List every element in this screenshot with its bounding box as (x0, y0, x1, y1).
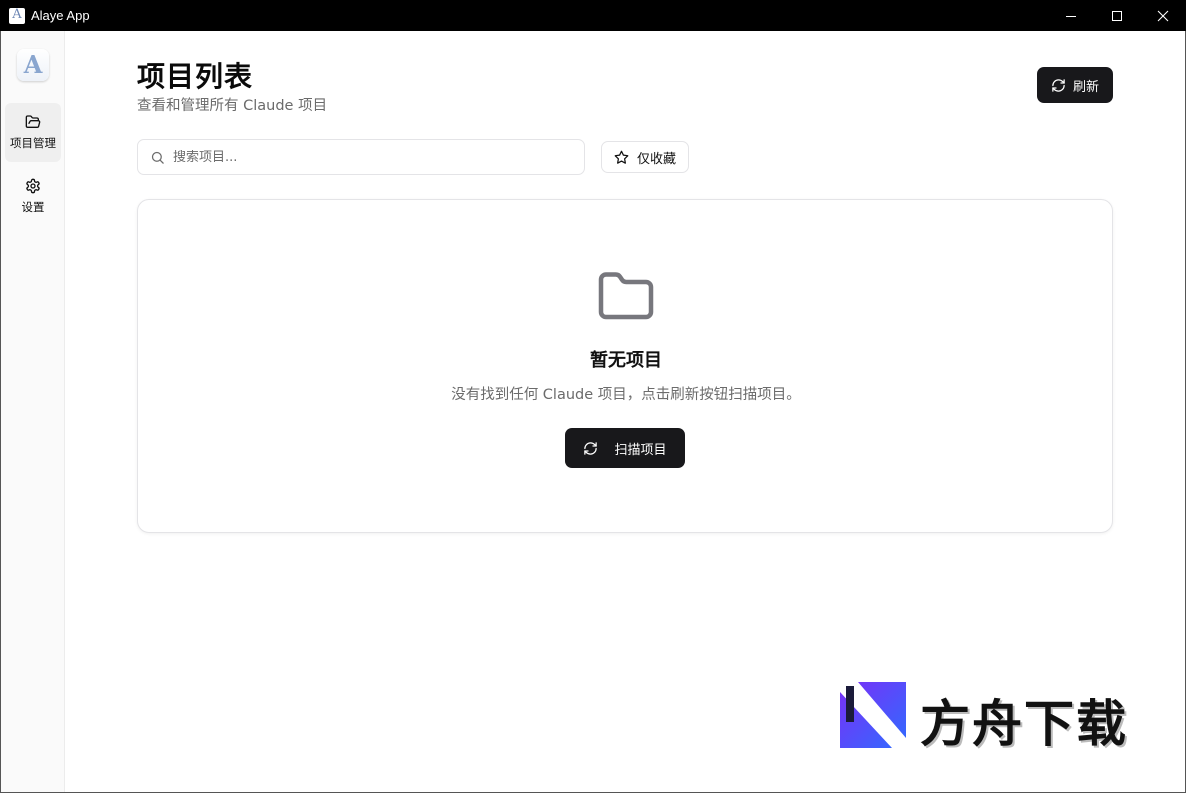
sidebar-item-settings[interactable]: 设置 (5, 167, 61, 226)
window-titlebar: A Alaye App (0, 0, 1186, 31)
empty-state-description: 没有找到任何 Claude 项目，点击刷新按钮扫描项目。 (451, 387, 801, 403)
folder-icon (598, 272, 654, 320)
sidebar-item-projects[interactable]: 项目管理 (5, 103, 61, 162)
page-subtitle: 查看和管理所有 Claude 项目 (137, 98, 328, 114)
search-icon (150, 150, 165, 165)
favorites-filter-button[interactable]: 仅收藏 (601, 141, 689, 173)
app-icon: A (9, 7, 25, 24)
close-button[interactable] (1140, 0, 1186, 31)
scan-projects-button[interactable]: 扫描项目 (565, 428, 685, 468)
watermark: 方舟下载 (840, 682, 1150, 753)
projects-card: 暂无项目 没有找到任何 Claude 项目，点击刷新按钮扫描项目。 扫描项目 (137, 199, 1113, 533)
empty-state-title: 暂无项目 (590, 350, 662, 371)
sidebar-item-label: 项目管理 (10, 136, 56, 150)
refresh-icon (1052, 78, 1065, 92)
sidebar: A 项目管理 设置 (1, 31, 65, 792)
search-box (137, 139, 585, 175)
watermark-logo-icon (840, 682, 906, 748)
refresh-button-label: 刷新 (1072, 79, 1099, 95)
page-title: 项目列表 (137, 60, 254, 93)
folder-open-icon (25, 115, 41, 128)
favorites-filter-label: 仅收藏 (636, 151, 676, 167)
minimize-button[interactable] (1048, 0, 1094, 31)
window-controls (1048, 0, 1186, 31)
maximize-icon (1112, 10, 1122, 21)
close-icon (1157, 10, 1169, 21)
watermark-text: 方舟下载 (920, 695, 1128, 753)
maximize-button[interactable] (1094, 0, 1140, 31)
gear-icon (26, 178, 40, 194)
minimize-icon (1066, 15, 1076, 17)
search-input[interactable] (173, 149, 553, 165)
sidebar-item-label: 设置 (21, 200, 45, 214)
scan-projects-label: 扫描项目 (614, 442, 667, 458)
star-icon (614, 150, 629, 164)
refresh-button[interactable]: 刷新 (1037, 67, 1113, 103)
window-title: Alaye App (31, 8, 90, 23)
app-logo: A (17, 49, 49, 81)
refresh-icon (584, 441, 598, 455)
